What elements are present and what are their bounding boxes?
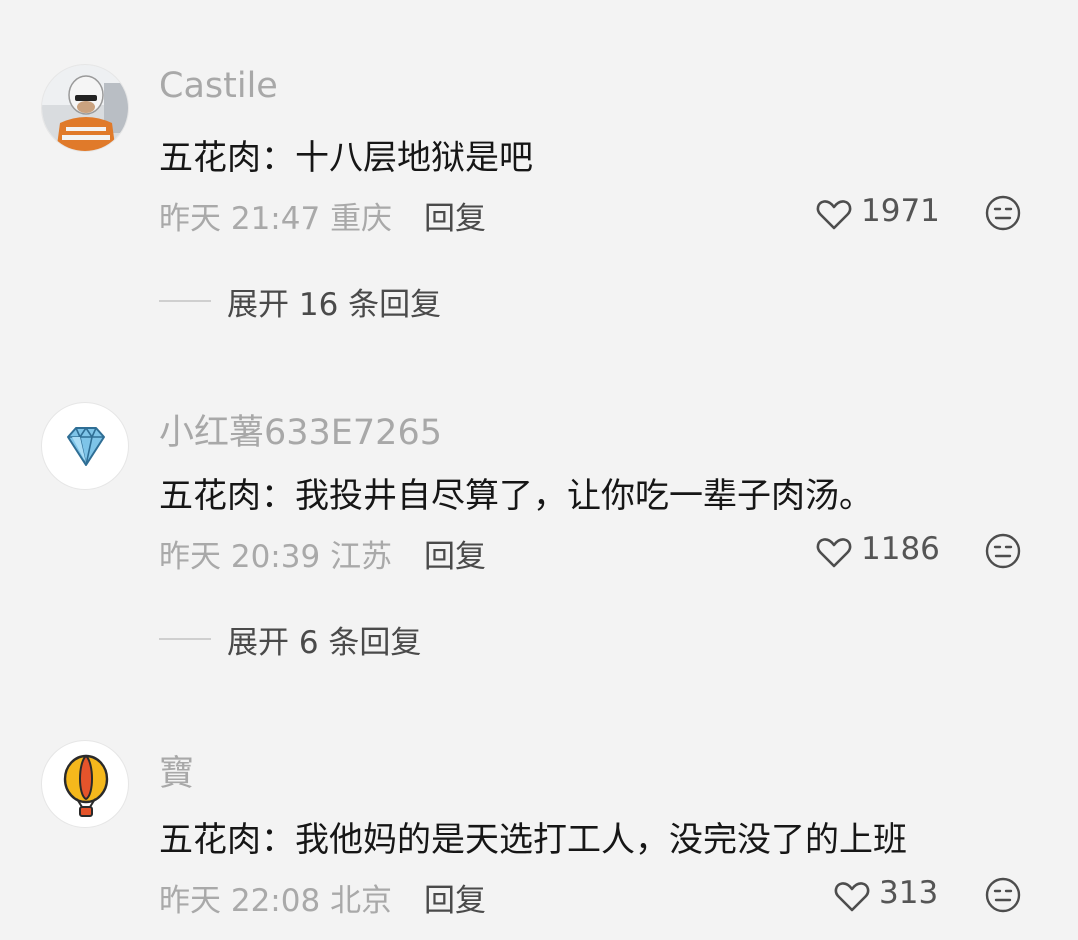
expand-replies[interactable]: 展开 6 条回复 <box>159 619 422 661</box>
expand-replies[interactable]: 展开 16 条回复 <box>159 281 442 323</box>
comment-text: 五花肉：我投井自尽算了，让你吃一辈子肉汤。 <box>159 476 873 516</box>
comment-location: 重庆 <box>330 201 393 237</box>
avatar[interactable] <box>41 64 129 152</box>
expand-replies-label: 展开 16 条回复 <box>227 286 442 323</box>
comment-meta: 昨天 21:47 重庆 <box>159 193 392 238</box>
avatar-photo-icon <box>42 65 128 151</box>
comment-text: 五花肉：我他妈的是天选打工人，没完没了的上班 <box>159 820 907 860</box>
comment-meta: 昨天 22:08 北京 <box>159 875 392 920</box>
like-count: 1971 <box>861 193 940 229</box>
dislike-face-icon[interactable] <box>984 876 1022 914</box>
comment-text: 五花肉：十八层地狱是吧 <box>159 138 533 178</box>
reply-button[interactable]: 回复 <box>424 875 486 920</box>
expand-replies-label: 展开 6 条回复 <box>227 624 422 661</box>
heart-icon[interactable] <box>814 532 854 572</box>
avatar[interactable] <box>41 740 129 828</box>
reply-button[interactable]: 回复 <box>424 531 486 576</box>
heart-icon[interactable] <box>832 876 872 916</box>
hot-air-balloon-icon <box>63 754 109 817</box>
like-count: 313 <box>879 875 939 911</box>
username[interactable]: 寶 <box>159 745 194 796</box>
heart-icon[interactable] <box>814 194 854 234</box>
reply-button[interactable]: 回复 <box>424 193 486 238</box>
comment-meta: 昨天 20:39 江苏 <box>159 531 392 576</box>
comment-time: 昨天 20:39 <box>159 539 321 575</box>
username[interactable]: 小红薯633E7265 <box>159 404 442 455</box>
dislike-face-icon[interactable] <box>984 532 1022 570</box>
avatar[interactable] <box>41 402 129 490</box>
diamond-icon <box>67 427 105 466</box>
comment-location: 江苏 <box>330 539 393 575</box>
dislike-face-icon[interactable] <box>984 194 1022 232</box>
comment-time: 昨天 22:08 <box>159 883 321 919</box>
like-count: 1186 <box>861 531 940 567</box>
username[interactable]: Castile <box>159 66 278 106</box>
expand-divider <box>159 300 211 302</box>
comment-location: 北京 <box>330 883 393 919</box>
comment-time: 昨天 21:47 <box>159 201 321 237</box>
expand-divider <box>159 638 211 640</box>
